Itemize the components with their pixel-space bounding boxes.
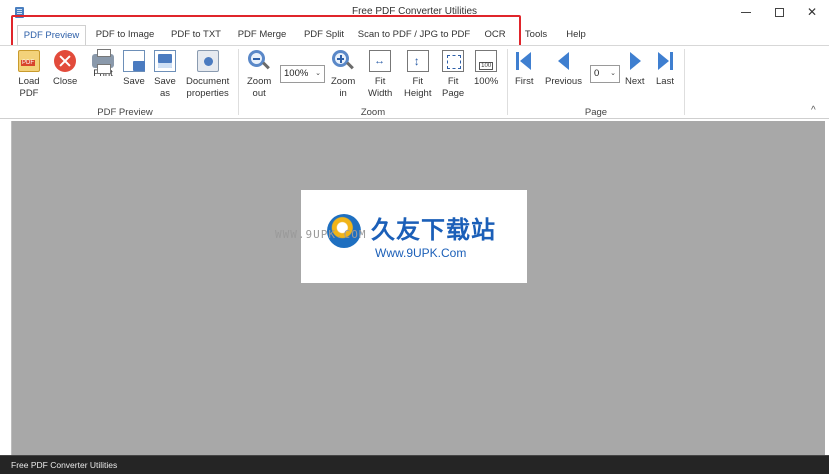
fit-width-label: Fit [374, 76, 386, 87]
watermark-logo: 久友下载站 Www.9UPK.Com WWW.9UPK.COM [275, 190, 527, 283]
previous-page-button[interactable]: Previous [545, 50, 582, 88]
save-as-label: Save [154, 76, 176, 87]
status-text: Free PDF Converter Utilities [11, 460, 118, 470]
group-label-page: Page [584, 107, 608, 118]
last-page-button[interactable]: Last [656, 50, 674, 88]
title-bar: Free PDF Converter Utilities ✕ [0, 0, 829, 24]
first-page-icon [515, 50, 533, 72]
save-label: Save [123, 76, 145, 87]
collapse-ribbon-icon[interactable]: ^ [811, 105, 816, 116]
chevron-down-icon: ⌄ [610, 70, 616, 77]
document-viewer[interactable] [11, 121, 825, 455]
group-label-pdf-preview: PDF Preview [97, 107, 153, 118]
close-button[interactable]: Close [53, 50, 77, 88]
fit-height-icon [406, 50, 429, 72]
document-properties-button[interactable]: Document properties [186, 50, 229, 100]
load-pdf-icon [18, 50, 40, 72]
page-number-select[interactable]: 0 ⌄ [590, 65, 620, 83]
maximize-button[interactable] [762, 0, 796, 24]
right-margin [825, 121, 829, 455]
tab-pdf-to-image[interactable]: PDF to Image [89, 24, 161, 46]
save-button[interactable]: Save [123, 50, 145, 88]
load-pdf-label: Load [18, 76, 40, 87]
minimize-button[interactable] [729, 0, 763, 24]
save-as-label-2: as [159, 88, 171, 99]
fit-height-label-2: Height [404, 88, 432, 99]
fit-width-label-2: Width [368, 88, 393, 99]
zoom-in-button[interactable]: Zoom in [331, 50, 355, 100]
close-icon: ✕ [806, 5, 818, 19]
ribbon: LoadPDF Close Print Save Saveas Document… [0, 45, 829, 119]
save-icon [123, 50, 145, 72]
fit-width-icon [369, 50, 392, 72]
zoom-out-button[interactable]: Zoom out [247, 50, 271, 100]
watermark-chinese-text: 久友下载站 [371, 216, 496, 244]
tab-tools[interactable]: Tools [518, 24, 554, 46]
fit-page-button[interactable]: Fit Page [442, 50, 464, 100]
previous-page-icon [554, 50, 572, 72]
load-pdf-label-2: PDF [19, 88, 39, 99]
watermark-faint-url: WWW.9UPK.COM [275, 228, 367, 241]
tab-pdf-preview[interactable]: PDF Preview [17, 25, 86, 47]
fit-height-label: Fit [412, 76, 424, 87]
save-as-icon [154, 50, 176, 72]
next-page-icon [626, 50, 644, 72]
fit-width-button[interactable]: FitWidth [368, 50, 392, 100]
first-label: First [515, 76, 534, 87]
close-label: Close [53, 76, 78, 87]
watermark-url: Www.9UPK.Com [375, 246, 467, 260]
group-label-zoom: Zoom [360, 107, 386, 118]
next-page-button[interactable]: Next [625, 50, 645, 88]
previous-label: Previous [545, 76, 582, 87]
ribbon-separator [507, 49, 508, 115]
actual-size-icon [475, 50, 498, 72]
zoom-out-label-2: out [252, 88, 266, 99]
zoom-in-label-2: in [339, 88, 347, 99]
first-page-button[interactable]: First [515, 50, 533, 88]
tab-ocr[interactable]: OCR [479, 24, 511, 46]
zoom-out-label: Zoom [247, 76, 272, 87]
tab-pdf-merge[interactable]: PDF Merge [231, 24, 293, 46]
window-title: Free PDF Converter Utilities [351, 6, 478, 17]
document-properties-label-2: properties [186, 88, 229, 99]
fit-page-label-2: Page [442, 88, 465, 99]
close-file-icon [54, 50, 77, 72]
zoom-level-value: 100% [284, 68, 309, 79]
chevron-down-icon: ⌄ [315, 70, 321, 77]
zoom-100-button[interactable]: 100% [474, 50, 498, 88]
document-properties-label: Document [186, 76, 230, 87]
left-margin [0, 121, 11, 455]
tab-help[interactable]: Help [560, 24, 592, 46]
print-button[interactable]: Print [92, 49, 114, 80]
tab-pdf-split[interactable]: PDF Split [298, 24, 350, 46]
zoom-level-select[interactable]: 100% ⌄ [280, 65, 325, 83]
fit-page-icon [442, 50, 465, 72]
save-as-button[interactable]: Save as [154, 50, 176, 100]
load-pdf-button[interactable]: LoadPDF [18, 50, 40, 100]
document-properties-icon [196, 50, 219, 72]
tab-bar: PDF Preview PDF to Image PDF to TXT PDF … [0, 24, 829, 47]
last-page-icon [656, 50, 674, 72]
tab-scan-to-pdf[interactable]: Scan to PDF / JPG to PDF [355, 24, 473, 46]
fit-height-button[interactable]: FitHeight [404, 50, 431, 100]
zoom-100-label: 100% [474, 76, 499, 87]
last-label: Last [656, 76, 674, 87]
maximize-icon [774, 7, 784, 17]
printer-icon [92, 49, 114, 74]
next-label: Next [625, 76, 645, 87]
minimize-icon [741, 11, 751, 13]
status-bar: Free PDF Converter Utilities [0, 455, 829, 474]
tab-pdf-to-txt[interactable]: PDF to TXT [166, 24, 226, 46]
ribbon-separator [238, 49, 239, 115]
close-window-button[interactable]: ✕ [795, 0, 829, 24]
page-number-value: 0 [594, 68, 600, 79]
zoom-in-label: Zoom [331, 76, 356, 87]
ribbon-separator [684, 49, 685, 115]
fit-page-label: Fit [447, 76, 459, 87]
